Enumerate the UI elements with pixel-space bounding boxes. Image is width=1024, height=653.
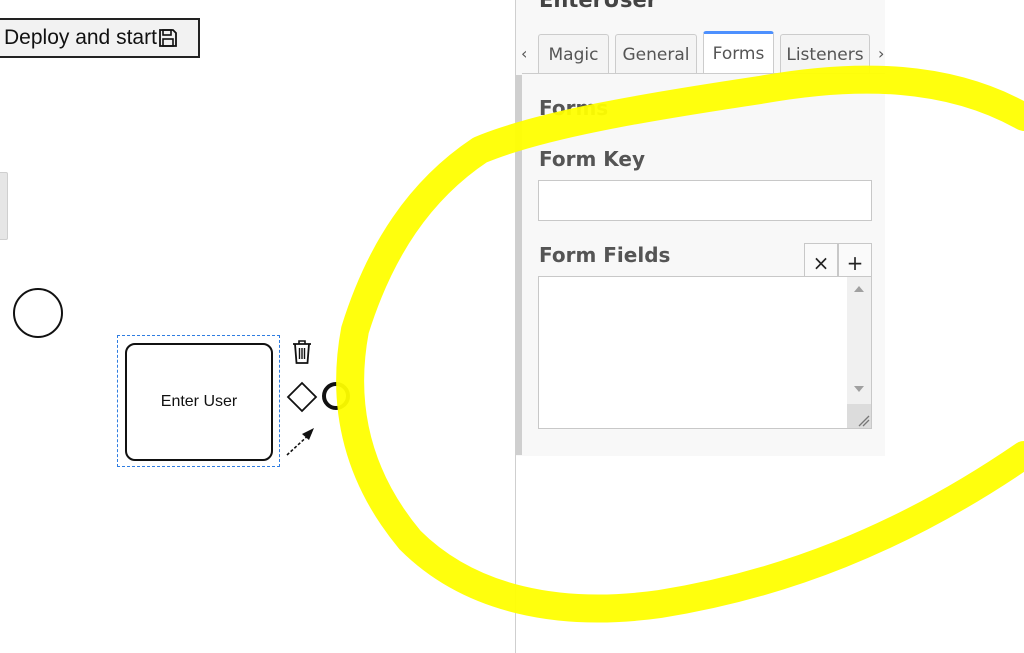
tabs-next-arrow[interactable]: › (878, 44, 884, 63)
tab-magic[interactable]: Magic (538, 34, 609, 74)
tab-forms[interactable]: Forms (703, 31, 774, 74)
panel-accent-bar (516, 75, 522, 455)
palette-toggle[interactable] (0, 172, 8, 240)
floppy-disk-icon (159, 29, 177, 47)
forms-section-title: Forms (539, 96, 609, 120)
remove-field-button[interactable]: × (804, 243, 838, 277)
element-title: EnterUser (539, 0, 658, 12)
bpmn-canvas[interactable]: Deploy and start Enter User (0, 0, 516, 653)
end-event-icon[interactable] (320, 380, 352, 412)
start-event[interactable] (13, 288, 63, 338)
form-fields-list[interactable] (538, 276, 872, 429)
form-key-input[interactable] (538, 180, 872, 221)
form-fields-scrollbar[interactable] (847, 277, 871, 428)
resize-lines (858, 415, 870, 427)
scroll-up-arrow-icon[interactable] (854, 286, 864, 292)
tabs-prev-arrow[interactable]: ‹ (521, 44, 527, 63)
gateway-diamond-icon[interactable] (286, 381, 318, 413)
tab-general[interactable]: General (615, 34, 697, 74)
form-fields-label: Form Fields (539, 243, 671, 267)
user-task[interactable]: Enter User (125, 343, 273, 461)
trash-icon[interactable] (290, 338, 314, 366)
user-task-label: Enter User (160, 393, 238, 410)
tabs-baseline (522, 73, 885, 74)
scroll-down-arrow-icon[interactable] (854, 386, 864, 392)
deploy-button-label: Deploy and start (4, 26, 157, 49)
add-field-button[interactable]: + (838, 243, 872, 277)
connect-arrow-icon[interactable] (284, 424, 318, 458)
deploy-and-start-button[interactable]: Deploy and start (0, 18, 200, 58)
resize-grip-icon[interactable] (847, 404, 871, 428)
tab-listeners[interactable]: Listeners (780, 34, 870, 74)
form-key-label: Form Key (539, 147, 646, 171)
